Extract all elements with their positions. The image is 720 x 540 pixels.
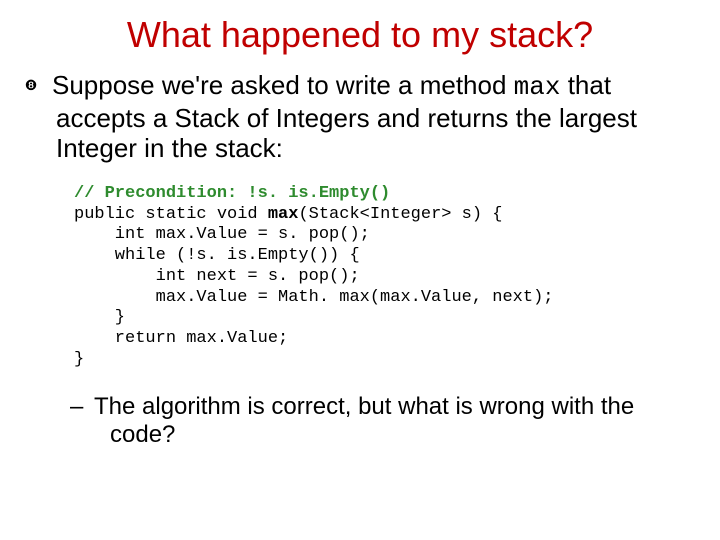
question-bullet: –The algorithm is correct, but what is w… [90,393,670,451]
code-line-1c: (Stack<Integer> s) { [298,205,502,224]
intro-mono: max [514,72,561,102]
code-line-5: max.Value = Math. max(max.Value, next); [74,288,553,307]
code-line-8: } [74,350,84,369]
intro-text-pre: Suppose we're asked to write a method [52,70,514,100]
slide-title: What happened to my stack? [30,14,690,56]
code-line-1b: max [268,205,299,224]
code-line-6: } [74,308,125,327]
code-line-1a: public static void [74,205,268,224]
code-comment: // Precondition: !s. is.Empty() [74,184,390,203]
slide: What happened to my stack? ❽ Suppose we'r… [0,0,720,460]
bullet-icon: ❽ [36,77,46,94]
code-line-3: while (!s. is.Empty()) { [74,246,360,265]
code-block: // Precondition: !s. is.Empty() public s… [74,184,690,371]
code-line-4: int next = s. pop(); [74,267,360,286]
code-line-7: return max.Value; [74,329,288,348]
code-line-2: int max.Value = s. pop(); [74,225,370,244]
question-text: The algorithm is correct, but what is wr… [94,393,634,449]
intro-paragraph: ❽ Suppose we're asked to write a method m… [36,70,684,164]
